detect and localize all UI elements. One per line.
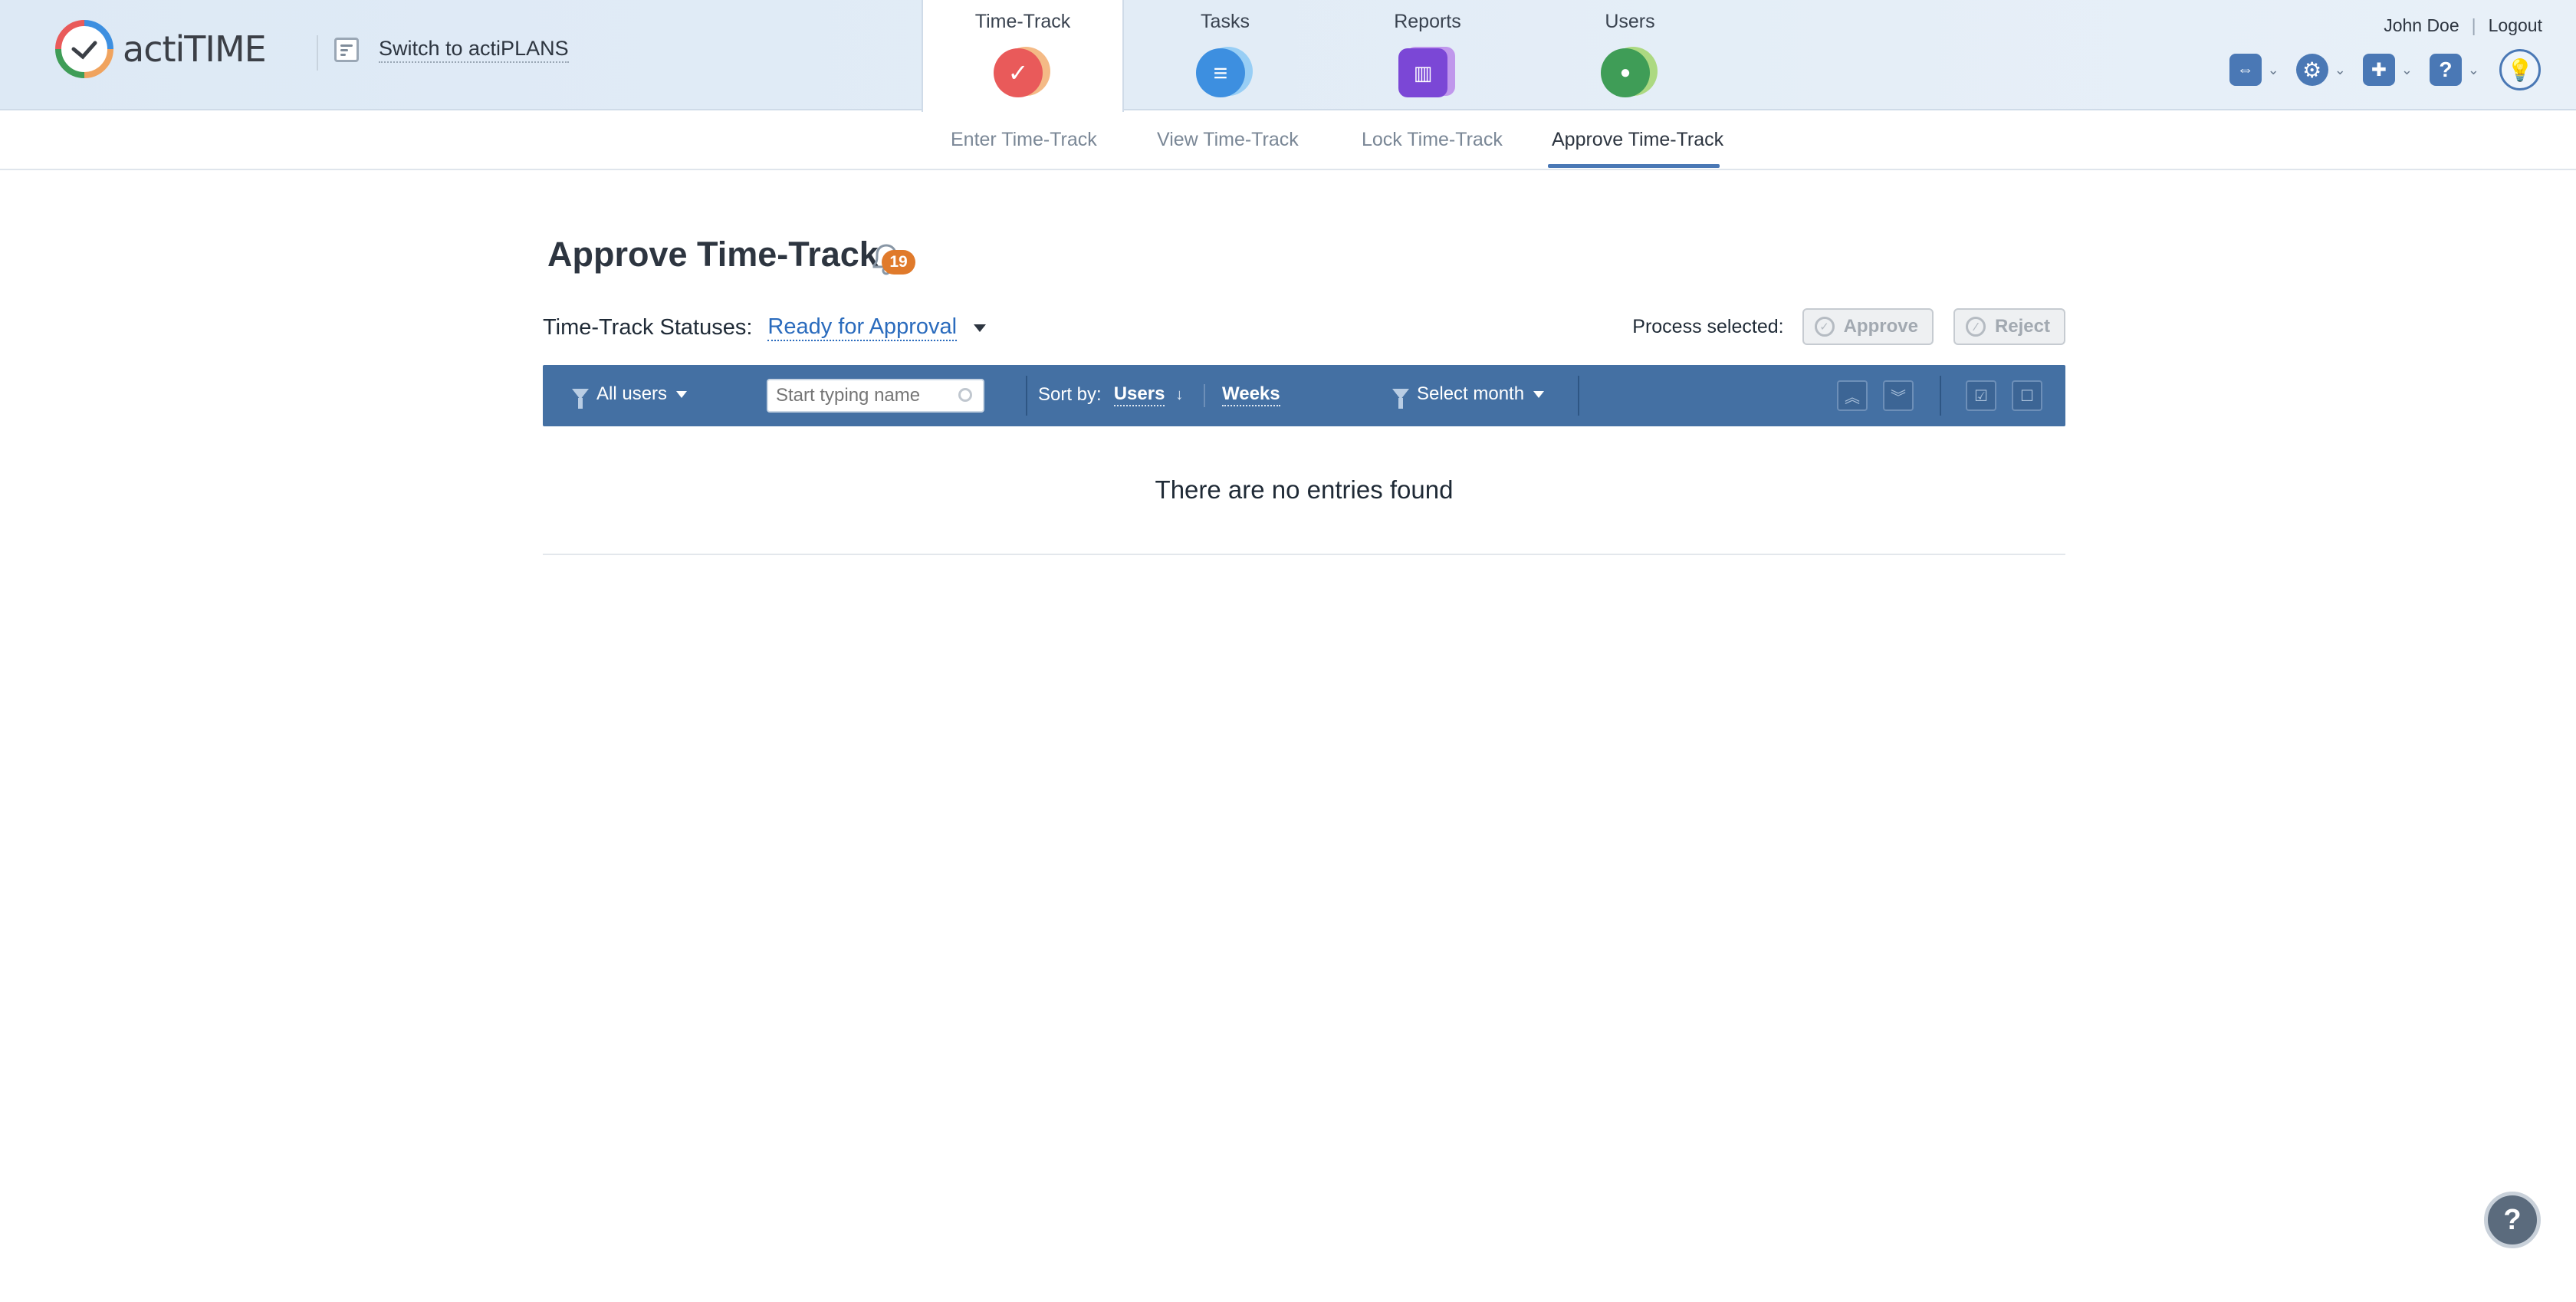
toolbar-divider (1026, 376, 1027, 416)
nav-label: Reports (1394, 11, 1461, 32)
document-icon (334, 38, 359, 62)
all-users-filter[interactable]: All users (572, 383, 688, 409)
puzzle-icon: ✚ (2362, 54, 2395, 86)
expand-all-icon[interactable]: ︾ (1883, 380, 1914, 411)
collapse-all-icon[interactable]: ︽ (1837, 380, 1868, 411)
sort-label: Sort by: (1038, 384, 1102, 405)
gear-icon: ⚙ (2295, 54, 2328, 86)
select-all-icon[interactable]: ☑ (1966, 380, 1996, 411)
calendar-icon: ⇔ (2229, 54, 2262, 86)
question-icon: ? (2429, 54, 2462, 86)
reports-chart-icon: ▥ (1398, 47, 1457, 100)
caret-down-icon[interactable] (974, 324, 987, 332)
header-tools: ⇔ ⌄ ⚙ ⌄ ✚ ⌄ ? ⌄ 💡 (2213, 49, 2541, 90)
sort-users-link[interactable]: Users (1113, 383, 1165, 406)
main-nav: Time-Track ✓ Tasks ≡ Reports ▥ Users ● (922, 0, 1731, 112)
switch-to-actiplans-link[interactable]: Switch to actiPLANS (334, 37, 569, 63)
nav-reports[interactable]: Reports ▥ (1326, 0, 1529, 110)
nav-label: Tasks (1201, 11, 1250, 32)
users-filter-label: All users (596, 383, 668, 404)
help-menu[interactable]: ? ⌄ (2429, 54, 2479, 86)
toolbar-divider (1204, 384, 1205, 407)
process-selected: Process selected: ✓ Approve ⁄ Reject (1632, 308, 2065, 345)
deselect-all-icon[interactable]: ☐ (2012, 380, 2042, 411)
empty-state-message: There are no entries found (1155, 475, 1454, 504)
chevron-down-icon: ⌄ (2334, 61, 2346, 77)
nav-label: Time-Track (974, 11, 1071, 32)
reject-button[interactable]: ⁄ Reject (1953, 308, 2065, 345)
ban-icon: ⁄ (1965, 317, 1986, 337)
caret-down-icon (1533, 390, 1545, 398)
approve-button[interactable]: ✓ Approve (1802, 308, 1934, 345)
calendar-menu[interactable]: ⇔ ⌄ (2229, 54, 2279, 86)
nav-tasks[interactable]: Tasks ≡ (1124, 0, 1326, 110)
time-track-check-icon: ✓ (994, 47, 1052, 100)
subnav-enter-time-track[interactable]: Enter Time-Track (951, 129, 1097, 151)
tasks-list-icon: ≡ (1196, 47, 1254, 100)
subnav-view-time-track[interactable]: View Time-Track (1157, 129, 1299, 151)
notification-badge: 19 (882, 250, 915, 275)
select-month-filter[interactable]: Select month (1392, 383, 1545, 409)
weeks-toggle[interactable]: Weeks (1222, 383, 1280, 406)
arrow-down-icon[interactable]: ↓ (1175, 386, 1183, 404)
logout-link[interactable]: Logout (2489, 15, 2542, 36)
clock-logo-icon (55, 20, 113, 78)
sub-nav: Enter Time-Track View Time-Track Lock Ti… (0, 112, 2576, 170)
users-person-icon: ● (1601, 47, 1659, 100)
active-tab-indicator (1548, 164, 1720, 168)
user-area: John Doe | Logout (2384, 15, 2542, 36)
app-logo[interactable]: actiTIME (54, 18, 267, 80)
addons-menu[interactable]: ✚ ⌄ (2362, 54, 2413, 86)
nav-users[interactable]: Users ● (1529, 0, 1731, 110)
caret-down-icon (676, 390, 688, 398)
subnav-approve-time-track[interactable]: Approve Time-Track (1552, 129, 1723, 151)
switch-label: Switch to actiPLANS (379, 37, 569, 63)
user-search-input[interactable] (767, 379, 984, 413)
process-label: Process selected: (1632, 315, 1784, 337)
subnav-lock-time-track[interactable]: Lock Time-Track (1362, 129, 1503, 151)
page-title: Approve Time-Track (547, 235, 879, 274)
logo-text: actiTIME (123, 28, 267, 70)
reject-label: Reject (1994, 316, 2050, 337)
filter-icon (572, 389, 589, 409)
chevron-down-icon: ⌄ (2267, 61, 2279, 77)
status-dropdown[interactable]: Ready for Approval (767, 314, 958, 341)
filter-icon (1392, 389, 1409, 409)
check-circle-icon: ✓ (1814, 317, 1835, 337)
chevron-down-icon: ⌄ (2400, 61, 2413, 77)
month-filter-label: Select month (1417, 383, 1525, 404)
separator: | (2471, 15, 2476, 35)
header-divider (317, 35, 318, 71)
nav-time-track[interactable]: Time-Track ✓ (922, 0, 1124, 112)
top-header: actiTIME Switch to actiPLANS Time-Track … (0, 0, 2576, 112)
status-label: Time-Track Statuses: (543, 315, 753, 340)
toolbar-divider (1940, 376, 1941, 416)
toolbar-divider (1578, 376, 1579, 416)
settings-menu[interactable]: ⚙ ⌄ (2295, 54, 2346, 86)
search-icon (958, 388, 972, 402)
content-divider (543, 554, 2065, 555)
nav-label: Users (1605, 11, 1655, 32)
filter-toolbar: All users Sort by: Users ↓ Weeks Select … (543, 365, 2065, 426)
status-filter: Time-Track Statuses: Ready for Approval (543, 314, 987, 341)
lightbulb-icon[interactable]: 💡 (2499, 49, 2541, 90)
user-name[interactable]: John Doe (2384, 15, 2459, 36)
approve-label: Approve (1843, 316, 1918, 337)
sort-control: Sort by: Users ↓ (1038, 383, 1183, 406)
chevron-down-icon: ⌄ (2467, 61, 2479, 77)
help-button[interactable]: ? (2484, 1192, 2541, 1248)
